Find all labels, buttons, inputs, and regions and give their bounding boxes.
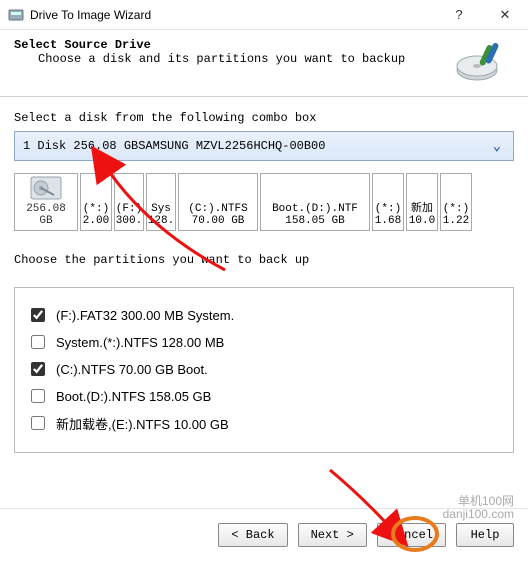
help-button[interactable]: Help (456, 523, 514, 547)
close-button[interactable]: ✕ (482, 0, 528, 30)
partition-tile[interactable]: (C:).NTFS70.00 GB (178, 173, 258, 231)
partition-text: (C:).NTFS 70.00 GB Boot. (56, 362, 208, 377)
disk-tile[interactable]: 256.08 GB (14, 173, 78, 231)
partition-tile[interactable]: Boot.(D:).NTF158.05 GB (260, 173, 370, 231)
app-icon (8, 7, 24, 23)
next-button[interactable]: Next > (298, 523, 367, 547)
back-button[interactable]: < Back (218, 523, 287, 547)
disk-combo[interactable]: 1 Disk 256.08 GBSAMSUNG MZVL2256HCHQ-00B… (14, 131, 514, 161)
partition-checkbox[interactable] (31, 308, 45, 322)
partition-text: System.(*:).NTFS 128.00 MB (56, 335, 224, 350)
titlebar: Drive To Image Wizard ? ✕ (0, 0, 528, 30)
partition-text: (F:).FAT32 300.00 MB System. (56, 308, 234, 323)
partition-tile[interactable]: (*:)2.00 (80, 173, 112, 231)
disk-tools-icon (454, 38, 514, 86)
partition-tile[interactable]: Sys128. (146, 173, 176, 231)
partition-tile[interactable]: (*:)1.68 (372, 173, 404, 231)
partition-checkbox[interactable] (31, 335, 45, 349)
partition-checkbox[interactable] (31, 389, 45, 403)
partition-tile[interactable]: (*:)1.22 (440, 173, 472, 231)
combo-label: Select a disk from the following combo b… (14, 111, 514, 125)
wizard-header: Select Source Drive Choose a disk and it… (0, 30, 528, 97)
partitions-label: Choose the partitions you want to back u… (14, 253, 514, 267)
partition-tile[interactable]: (F:)300. (114, 173, 144, 231)
partition-text: Boot.(D:).NTFS 158.05 GB (56, 389, 211, 404)
disk-combo-value: 1 Disk 256.08 GBSAMSUNG MZVL2256HCHQ-00B… (23, 139, 325, 153)
disk-tile-size: 256.08 GB (17, 203, 75, 227)
header-subtitle: Choose a disk and its partitions you wan… (14, 52, 448, 66)
window-controls: ? ✕ (436, 0, 528, 30)
window-title: Drive To Image Wizard (30, 8, 436, 22)
partition-text: 新加载卷,(E:).NTFS 10.00 GB (56, 414, 229, 433)
partition-checkbox-item[interactable]: System.(*:).NTFS 128.00 MB (27, 332, 501, 352)
partitions-box: (F:).FAT32 300.00 MB System. System.(*:)… (14, 287, 514, 453)
partition-checkbox-item[interactable]: (F:).FAT32 300.00 MB System. (27, 305, 501, 325)
drive-visual-row: 256.08 GB (*:)2.00 (F:)300. Sys128. (C:)… (14, 173, 514, 231)
partition-tile[interactable]: 新加10.0 (406, 173, 438, 231)
main-panel: Select a disk from the following combo b… (0, 97, 528, 459)
header-title: Select Source Drive (14, 38, 448, 52)
partition-checkbox[interactable] (31, 416, 45, 430)
chevron-down-icon: ⌄ (493, 138, 501, 155)
partition-checkbox[interactable] (31, 362, 45, 376)
hdd-icon (29, 175, 63, 201)
partition-checkbox-item[interactable]: 新加载卷,(E:).NTFS 10.00 GB (27, 413, 501, 433)
partition-checkbox-item[interactable]: (C:).NTFS 70.00 GB Boot. (27, 359, 501, 379)
cancel-button[interactable]: Cancel (377, 523, 446, 547)
watermark: 单机100网 danji100.com (443, 495, 514, 521)
partition-checkbox-item[interactable]: Boot.(D:).NTFS 158.05 GB (27, 386, 501, 406)
minimize-button[interactable]: ? (436, 0, 482, 30)
